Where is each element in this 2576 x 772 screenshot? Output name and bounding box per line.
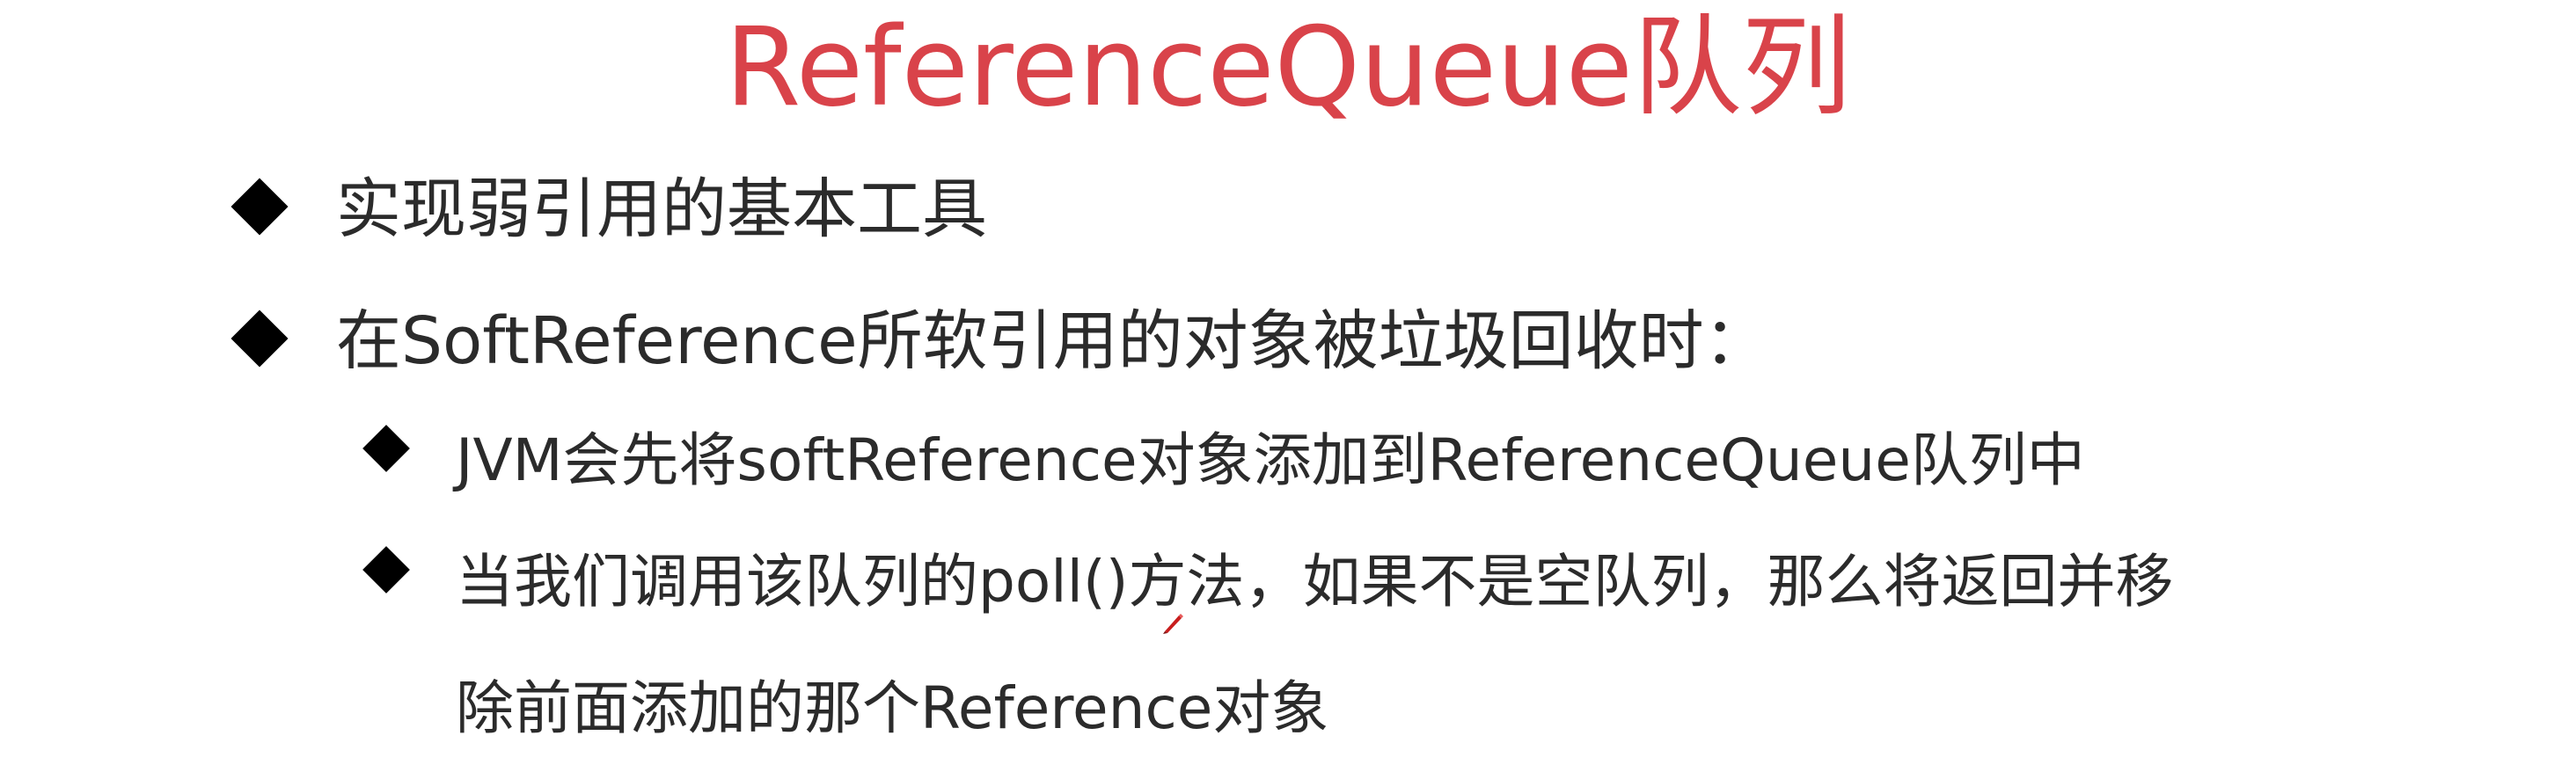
- diamond-bullet-icon: [231, 178, 289, 236]
- slide-title: ReferenceQueue队列: [725, 4, 1851, 131]
- sub-bullet-item-1: JVM会先将softReference对象添加到ReferenceQueue队列…: [362, 397, 2085, 494]
- bullet-text-2: 在SoftReference所软引用的对象被垃圾回收时：: [336, 303, 1769, 379]
- bullet-item-2: 在SoftReference所软引用的对象被垃圾回收时：: [231, 280, 1769, 379]
- sub-bullet-text-2-line-2: 除前面添加的那个Reference对象: [456, 674, 1329, 742]
- diamond-bullet-icon: [362, 546, 410, 594]
- diamond-bullet-icon: [362, 425, 410, 472]
- sub-bullet-text-1: JVM会先将softReference对象添加到ReferenceQueue队列…: [456, 426, 2085, 494]
- sub-bullet-text-2-line-1: 当我们调用该队列的poll()方法，如果不是空队列，那么将返回并移: [456, 548, 2174, 615]
- sub-bullet-item-2: 当我们调用该队列的poll()方法，如果不是空队列，那么将返回并移 除前面添加的…: [362, 519, 2173, 742]
- pen-cursor-icon: [1163, 614, 1183, 634]
- sub-bullet-text-2: 当我们调用该队列的poll()方法，如果不是空队列，那么将返回并移 除前面添加的…: [456, 519, 2173, 772]
- diamond-bullet-icon: [231, 310, 289, 368]
- bullet-text-1: 实现弱引用的基本工具: [336, 171, 987, 247]
- bullet-item-1: 实现弱引用的基本工具: [231, 148, 987, 247]
